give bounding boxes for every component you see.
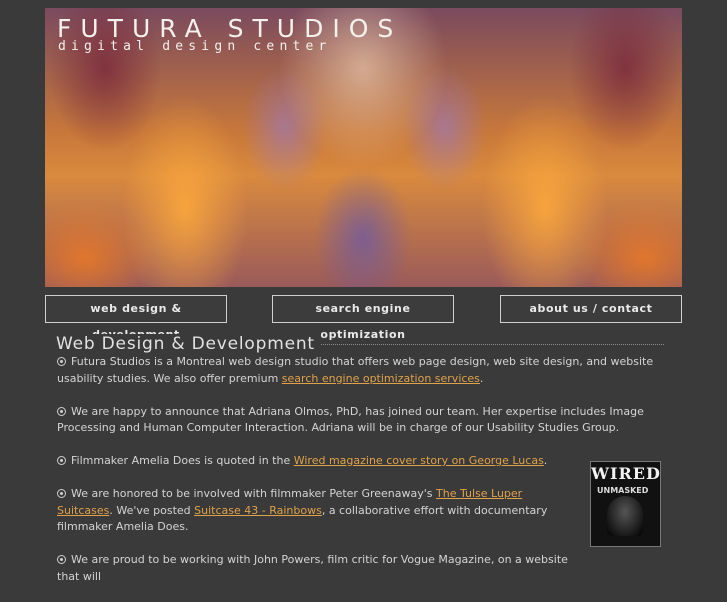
news-item-wired: Filmmaker Amelia Does is quoted in the W… — [57, 453, 667, 470]
wired-cover-tag: UNMASKED — [597, 486, 649, 495]
section-heading-row: Web Design & Development — [56, 334, 664, 356]
news-item-powers: We are proud to be working with John Pow… — [57, 552, 577, 585]
bullet-icon — [57, 456, 66, 465]
intro-end: . — [479, 371, 484, 385]
wired-story-link[interactable]: Wired magazine cover story on George Luc… — [294, 454, 544, 467]
greenaway-mid: . We've posted — [109, 503, 195, 517]
news-item-greenaway: We are honored to be involved with filmm… — [57, 486, 557, 536]
seo-services-link[interactable]: search engine optimization services — [282, 372, 480, 385]
greenaway-text: We are honored to be involved with filmm… — [71, 487, 436, 500]
main-content: Futura Studios is a Montreal web design … — [57, 354, 667, 602]
powers-text: We are proud to be working with John Pow… — [57, 553, 568, 583]
nav-about-contact-button[interactable]: about us / contact — [500, 295, 682, 323]
bullet-icon — [57, 406, 66, 416]
site-subtitle: digital design center — [58, 39, 332, 54]
wired-end: . — [543, 454, 548, 467]
wired-text: Filmmaker Amelia Does is quoted in the — [71, 454, 294, 467]
bullet-icon — [57, 489, 66, 498]
nav-web-design-button[interactable]: web design & development — [45, 295, 227, 341]
bullet-icon — [57, 357, 66, 366]
suitcase-43-link[interactable]: Suitcase 43 - Rainbows — [194, 504, 322, 517]
wired-cover-image[interactable]: WIRED UNMASKED — [590, 461, 661, 547]
news-item-adriana: We are happy to announce that Adriana Ol… — [57, 404, 667, 437]
page-title: Web Design & Development — [56, 334, 321, 354]
nav-seo-button[interactable]: search engine optimization — [272, 295, 454, 341]
header-banner: FUTURA STUDIOS digital design center — [45, 8, 682, 287]
darth-vader-helmet-icon — [607, 496, 643, 536]
main-nav: web design & development search engine o… — [45, 295, 682, 341]
news-item-intro: Futura Studios is a Montreal web design … — [57, 354, 667, 387]
adriana-text: We are happy to announce that Adriana Ol… — [57, 404, 644, 435]
bullet-icon — [57, 555, 66, 564]
wired-logo: WIRED — [591, 464, 661, 483]
